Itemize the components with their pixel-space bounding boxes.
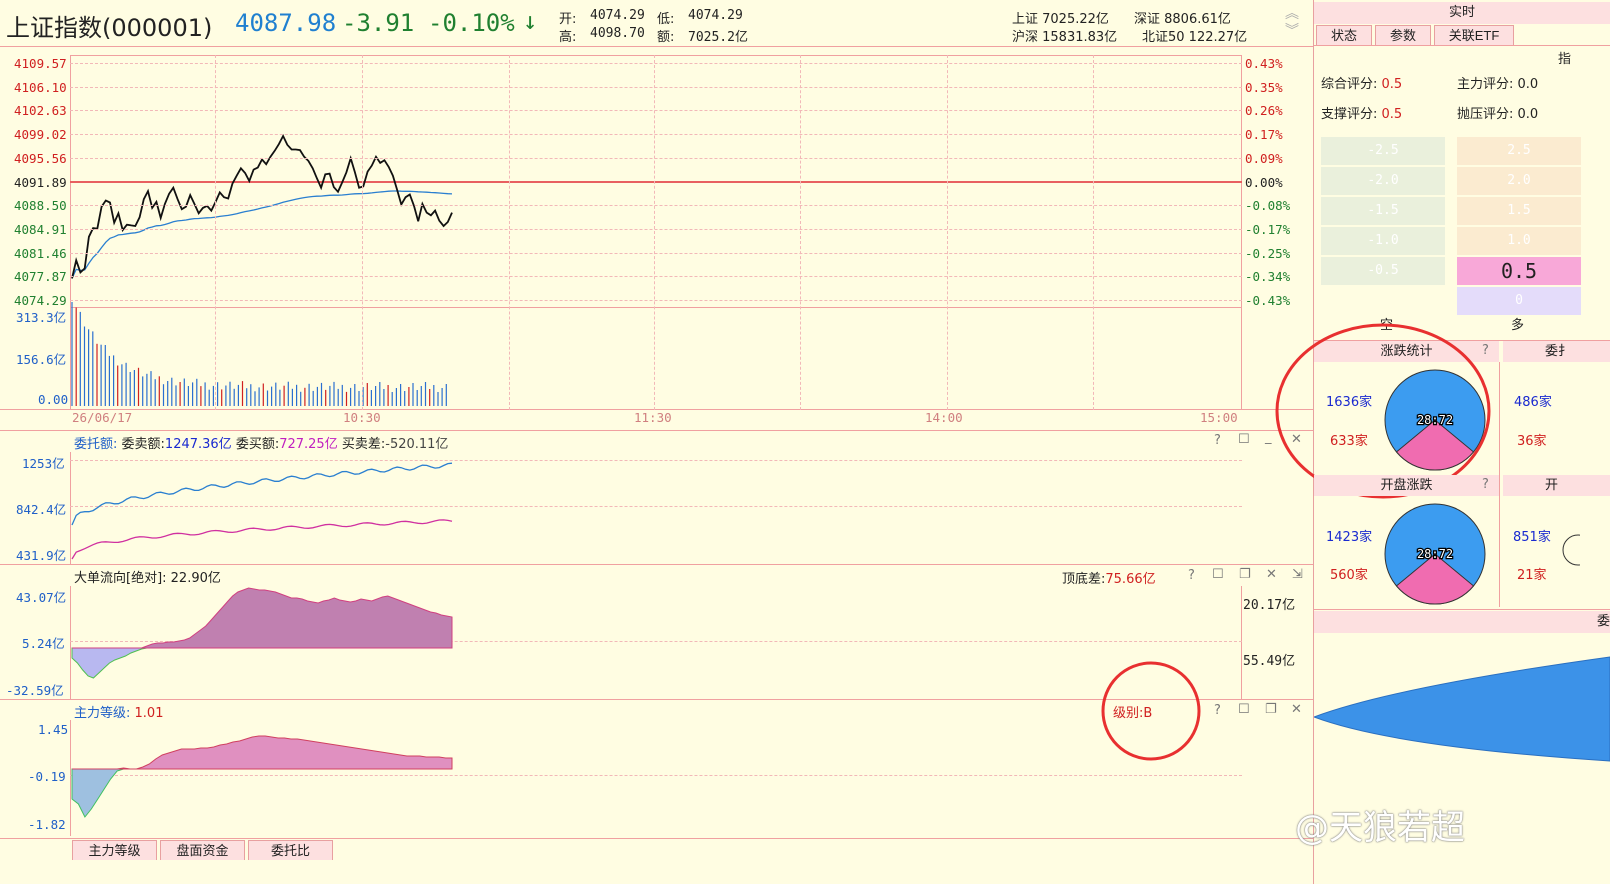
- time-gridline: [509, 55, 510, 410]
- open-cut-title: 开: [1503, 475, 1610, 496]
- time-axis-label: 26/06/17: [72, 410, 133, 425]
- average-price-line: [71, 190, 453, 279]
- price-axis-left-label: 4074.29: [14, 293, 67, 308]
- time-axis-label: 14:00: [925, 410, 963, 425]
- main-force-negative-area: [71, 768, 452, 818]
- price-axis-right-label: 0.00%: [1245, 174, 1283, 190]
- volume-zero-label: 0.00: [38, 392, 69, 407]
- order-line-chart: [71, 462, 453, 560]
- right-cut-header: 指: [1558, 52, 1572, 67]
- volume-mid-label: 156.6亿: [16, 352, 67, 367]
- tab-panel-funds[interactable]: 盘面资金: [160, 840, 245, 860]
- big-flow-negative-area: [71, 647, 452, 679]
- long-score-cell: 1.5: [1457, 197, 1581, 225]
- main-force-positive-area: [72, 735, 453, 770]
- short-score-cell: -2.5: [1321, 137, 1445, 165]
- short-score-cell: -0.5: [1321, 257, 1445, 285]
- time-axis-label: 15:00: [1200, 410, 1238, 425]
- big-flow-positive-area: [72, 587, 453, 649]
- tab-main-force-level[interactable]: 主力等级: [72, 840, 157, 860]
- price-gridline: [70, 252, 1242, 254]
- bottom-right-cut: 委: [1314, 611, 1610, 633]
- price-axis-left-label: 4106.10: [14, 79, 67, 95]
- pressure-score: 抛压评分: 0.0: [1457, 107, 1539, 122]
- watermark: @天狼若超: [1295, 808, 1465, 848]
- price-gridline: [70, 228, 1242, 230]
- tab-related-etf[interactable]: 关联ETF: [1434, 25, 1514, 45]
- price-axis-right-label: 0.26%: [1245, 103, 1283, 119]
- price-axis-right-label: -0.43%: [1245, 293, 1291, 308]
- tab-status[interactable]: 状态: [1316, 25, 1372, 45]
- open-rise-count: 1423家: [1326, 530, 1373, 545]
- long-score-cell: 0.5: [1457, 257, 1581, 285]
- pie-ratio-label: 28:72: [1417, 547, 1453, 561]
- price-axis-right-label: 0.17%: [1245, 127, 1283, 143]
- price-axis-right-label: -0.08%: [1245, 198, 1291, 214]
- price-gridline: [70, 157, 1242, 159]
- order-stats-cut-title: 委扌: [1503, 341, 1610, 362]
- price-axis-left-label: 4099.02: [14, 127, 67, 143]
- open-rise-fall-pie: 28:72: [1384, 503, 1486, 605]
- price-axis-right-label: -0.34%: [1245, 269, 1291, 285]
- tab-order-ratio[interactable]: 委托比: [248, 840, 333, 860]
- time-gridline: [1093, 55, 1094, 410]
- open-rise-fall-title: 开盘涨跌: [1314, 475, 1499, 496]
- long-score-cell: 2.0: [1457, 167, 1581, 195]
- price-axis-left-label: 4091.89: [14, 174, 67, 190]
- time-gridline: [362, 55, 363, 410]
- price-axis-left-label: 4084.91: [14, 221, 67, 237]
- price-axis-right-label: 0.09%: [1245, 150, 1283, 166]
- price-axis-left-label: 4077.87: [14, 269, 67, 285]
- open-fall-count: 560家: [1330, 568, 1368, 583]
- order-down-count: 36家: [1517, 434, 1547, 449]
- time-gridline: [947, 55, 948, 410]
- price-axis-right-label: -0.25%: [1245, 245, 1291, 261]
- support-score: 支撑评分: 0.5: [1321, 107, 1403, 122]
- long-score-cell: 0: [1457, 287, 1581, 315]
- app-window: 上证指数(000001) 4087.98 -3.91 -0.10% ↓ 开: 4…: [0, 0, 1610, 884]
- sell-order-line: [71, 462, 453, 526]
- price-axis-left-label: 4095.56: [14, 150, 67, 166]
- volume-max-label: 313.3亿: [16, 310, 67, 325]
- time-gridline: [654, 55, 655, 410]
- time-axis-label: 10:30: [343, 410, 381, 425]
- realtime-header: 实时: [1314, 2, 1610, 24]
- mainforce-area-chart: [71, 735, 453, 818]
- price-gridline: [70, 205, 1242, 207]
- short-score-cell: -1.5: [1321, 197, 1445, 225]
- long-score-cell: 2.5: [1457, 137, 1581, 165]
- price-axis-left-label: 4102.63: [14, 103, 67, 119]
- open-up-count-2: 851家: [1513, 530, 1551, 545]
- price-axis-right-label: 0.35%: [1245, 79, 1283, 95]
- price-gridline: [70, 86, 1242, 88]
- price-axis-right-label: -0.17%: [1245, 221, 1291, 237]
- long-label: 多: [1511, 318, 1525, 333]
- price-axis-left-label: 4081.46: [14, 245, 67, 261]
- price-axis-left-label: 4109.57: [14, 56, 67, 71]
- price-axis-left-label: 4088.50: [14, 198, 67, 214]
- price-gridline: [70, 63, 1242, 64]
- buy-order-line: [71, 519, 453, 560]
- open-down-count-2: 21家: [1517, 568, 1547, 583]
- tab-params[interactable]: 参数: [1375, 25, 1431, 45]
- time-gridline: [215, 55, 216, 410]
- time-axis-label: 11:30: [634, 410, 672, 425]
- price-axis-right-label: 0.43%: [1245, 56, 1283, 71]
- price-gridline: [70, 134, 1242, 136]
- short-score-cell: -1.0: [1321, 227, 1445, 255]
- price-gridline: [70, 276, 1242, 278]
- price-gridline: [70, 110, 1242, 112]
- order-up-count: 486家: [1514, 395, 1552, 410]
- price-gridline: [70, 300, 1242, 301]
- main-score: 主力评分: 0.0: [1457, 77, 1539, 92]
- long-score-cell: 1.0: [1457, 227, 1581, 255]
- overall-score: 综合评分: 0.5: [1321, 77, 1403, 92]
- short-score-cell: -2.0: [1321, 167, 1445, 195]
- help-icon-5[interactable]: ?: [1482, 477, 1489, 492]
- time-gridline: [800, 55, 801, 410]
